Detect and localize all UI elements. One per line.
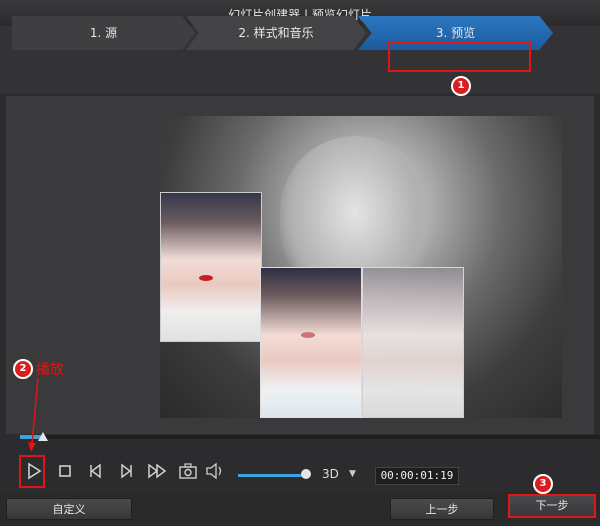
chevron-down-icon[interactable]: ▼ — [349, 469, 356, 479]
annotation-badge-3: 3 — [533, 474, 553, 494]
annotation-badge-2: 2 — [13, 359, 33, 379]
slide-preview — [160, 116, 562, 418]
mode-3d-label[interactable]: 3D — [322, 467, 339, 481]
photo-thumbnail — [362, 267, 464, 418]
fast-forward-icon[interactable] — [147, 462, 167, 480]
step-source[interactable]: 1. 源 — [12, 16, 195, 50]
step-preview-label: 3. 预览 — [435, 26, 476, 40]
player-controls — [0, 450, 600, 490]
next-step-button[interactable]: 下一步 — [508, 494, 596, 518]
annotation-badge-1: 1 — [451, 76, 471, 96]
step-style-music-label: 2. 样式和音乐 — [238, 26, 314, 40]
customize-button[interactable]: 自定义 — [6, 498, 132, 520]
previous-step-button[interactable]: 上一步 — [390, 498, 494, 520]
prev-frame-icon[interactable] — [87, 462, 105, 480]
timeline-thumb[interactable] — [38, 432, 49, 441]
photo-thumbnail — [260, 267, 362, 418]
timecode-display: 00:00:01:19 — [375, 467, 459, 485]
next-frame-icon[interactable] — [117, 462, 135, 480]
photo-thumbnail — [160, 192, 262, 342]
play-button-highlight — [19, 455, 45, 488]
stop-icon[interactable] — [56, 462, 74, 480]
step-style-music[interactable]: 2. 样式和音乐 — [186, 16, 366, 50]
timeline-track[interactable] — [20, 435, 600, 439]
camera-icon[interactable] — [178, 462, 198, 480]
volume-icon[interactable] — [205, 462, 225, 480]
preview-step-highlight — [388, 42, 531, 72]
step-source-label: 1. 源 — [89, 26, 118, 40]
volume-slider[interactable] — [238, 474, 307, 477]
play-annotation-caption: 播放 — [36, 362, 64, 378]
